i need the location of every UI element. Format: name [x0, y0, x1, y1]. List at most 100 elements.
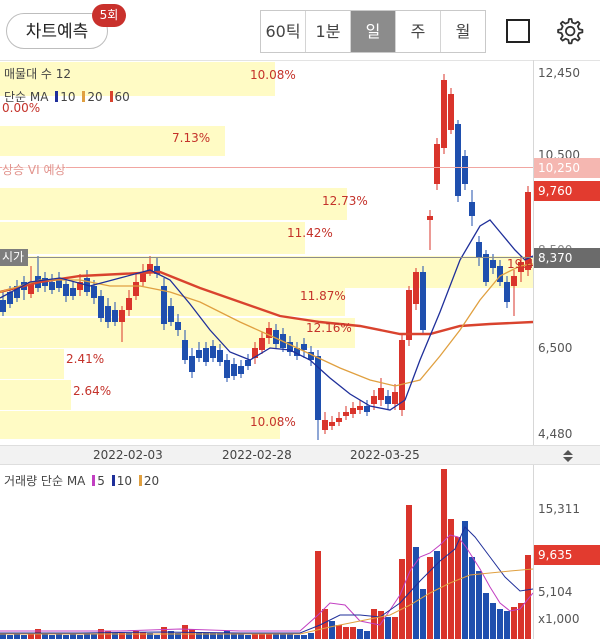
volume-bar — [413, 547, 419, 639]
candle-body — [413, 272, 419, 304]
volume-bar — [336, 625, 342, 639]
volume-profile-pct: 12.16% — [306, 321, 352, 335]
candle-body — [483, 254, 489, 282]
volume-bar — [14, 634, 20, 639]
volume-profile-pct: 7.13% — [172, 131, 211, 145]
price-plot-area[interactable]: 매물대 수 12 단순 MA 10 20 60 10.08% 0.00% 7.1… — [0, 60, 534, 445]
vi-expected-label: 상승 VI 예상 — [2, 161, 66, 178]
volume-profile-pct: 12.73% — [322, 194, 368, 208]
volume-bar — [406, 505, 412, 639]
date-label: 2022-03-25 — [350, 448, 420, 462]
volume-profile-pct: 2.64% — [73, 384, 112, 398]
volume-bar — [357, 629, 363, 639]
period-tab-month[interactable]: 월 — [441, 11, 485, 52]
last-volume-label: 9,635 — [534, 545, 600, 565]
volume-profile-pct: 11.87% — [300, 289, 346, 303]
period-tab-1min[interactable]: 1분 — [306, 11, 351, 52]
volume-profile-pct: 0.00% — [2, 101, 41, 115]
candle-body — [189, 356, 195, 372]
volume-bar — [280, 634, 286, 639]
candle-body — [238, 366, 244, 374]
vi-expected-line — [0, 167, 533, 168]
period-tab-60tick[interactable]: 60틱 — [261, 11, 306, 52]
candle-body — [385, 396, 391, 404]
period-selector: 60틱 1분 일 주 월 — [260, 10, 486, 53]
volume-bar — [308, 633, 314, 639]
volume-bar — [7, 635, 13, 639]
candle-body — [336, 418, 342, 422]
candle-body — [126, 298, 132, 310]
candle-body — [182, 340, 188, 360]
volume-bar — [329, 621, 335, 639]
vma10-swatch — [111, 475, 115, 486]
volume-profile-pct: 10.08% — [250, 415, 296, 429]
candle-body — [406, 290, 412, 340]
volume-tick: 15,311 — [538, 502, 580, 516]
period-tab-week[interactable]: 주 — [396, 11, 441, 52]
volume-bar — [273, 634, 279, 639]
candle-body — [378, 388, 384, 400]
price-y-axis: 12,450 10,500 8,500 6,500 4,480 10,250 9… — [533, 60, 600, 445]
candle-body — [399, 340, 405, 410]
volume-bar — [238, 634, 244, 639]
candle-body — [133, 282, 139, 296]
volume-bar — [91, 634, 97, 639]
volume-bar — [63, 635, 69, 639]
volume-y-axis: 15,311 9,635 5,104 x1,000 — [533, 465, 600, 639]
candle-body — [217, 350, 223, 362]
candle-body — [343, 412, 349, 416]
candle-body — [462, 156, 468, 184]
candle-body — [196, 350, 202, 358]
candle-body — [231, 364, 237, 376]
volume-chart-panel[interactable]: 거래량 단순 MA 5 10 20 15,311 9,635 5,104 x1,… — [0, 465, 600, 639]
candle-body — [259, 338, 265, 350]
settings-gear-icon[interactable] — [554, 16, 584, 46]
candle-body — [350, 408, 356, 414]
volume-tick: x1,000 — [538, 612, 580, 626]
vma5-swatch — [92, 475, 96, 486]
candle-body — [511, 276, 517, 286]
date-label: 2022-02-03 — [93, 448, 163, 462]
candle-body — [301, 344, 307, 350]
candle-body — [448, 94, 454, 130]
ma10-line — [0, 219, 533, 411]
price-chart-panel[interactable]: 매물대 수 12 단순 MA 10 20 60 10.08% 0.00% 7.1… — [0, 60, 600, 445]
ma60-swatch — [109, 91, 113, 102]
volume-bar — [504, 611, 510, 639]
vma20-label: 20 — [143, 474, 160, 488]
fullscreen-toggle-icon[interactable] — [506, 19, 530, 43]
volume-bar — [511, 607, 517, 639]
vi-price-label: 10,250 — [534, 158, 600, 178]
candle-body — [0, 300, 6, 312]
candle-body — [322, 420, 328, 430]
volume-bar — [483, 593, 489, 639]
volume-bar — [448, 519, 454, 639]
ma60-label: 60 — [114, 90, 130, 104]
volume-bar — [441, 469, 447, 639]
panel-resize-icon[interactable] — [560, 448, 576, 464]
volume-profile-legend: 매물대 수 12 — [4, 67, 72, 81]
volume-bar — [245, 635, 251, 639]
volume-bar — [287, 634, 293, 639]
candle-body — [364, 406, 370, 412]
candle-body — [105, 306, 111, 322]
open-price-label: 8,370 — [534, 248, 600, 268]
volume-tick: 5,104 — [538, 585, 573, 599]
open-price-tag: 시가 — [0, 249, 28, 266]
candle-body — [91, 286, 97, 298]
volume-bar — [42, 634, 48, 639]
period-tab-day[interactable]: 일 — [351, 11, 396, 52]
volume-ma-legend: 거래량 단순 MA 5 10 20 — [4, 472, 159, 489]
volume-bar — [385, 617, 391, 639]
candle-body — [434, 144, 440, 184]
volume-bar — [364, 631, 370, 639]
price-tick: 12,450 — [538, 66, 580, 80]
volume-legend-prefix: 거래량 단순 MA — [4, 474, 86, 488]
candle-body — [168, 306, 174, 322]
date-axis[interactable]: 2022-02-03 2022-02-28 2022-03-25 — [0, 445, 600, 465]
vma10-label: 10 — [116, 474, 132, 488]
price-tick: 4,480 — [538, 427, 573, 441]
volume-bar — [392, 617, 398, 639]
volume-bars-svg — [0, 469, 533, 639]
volume-bar — [301, 635, 307, 639]
